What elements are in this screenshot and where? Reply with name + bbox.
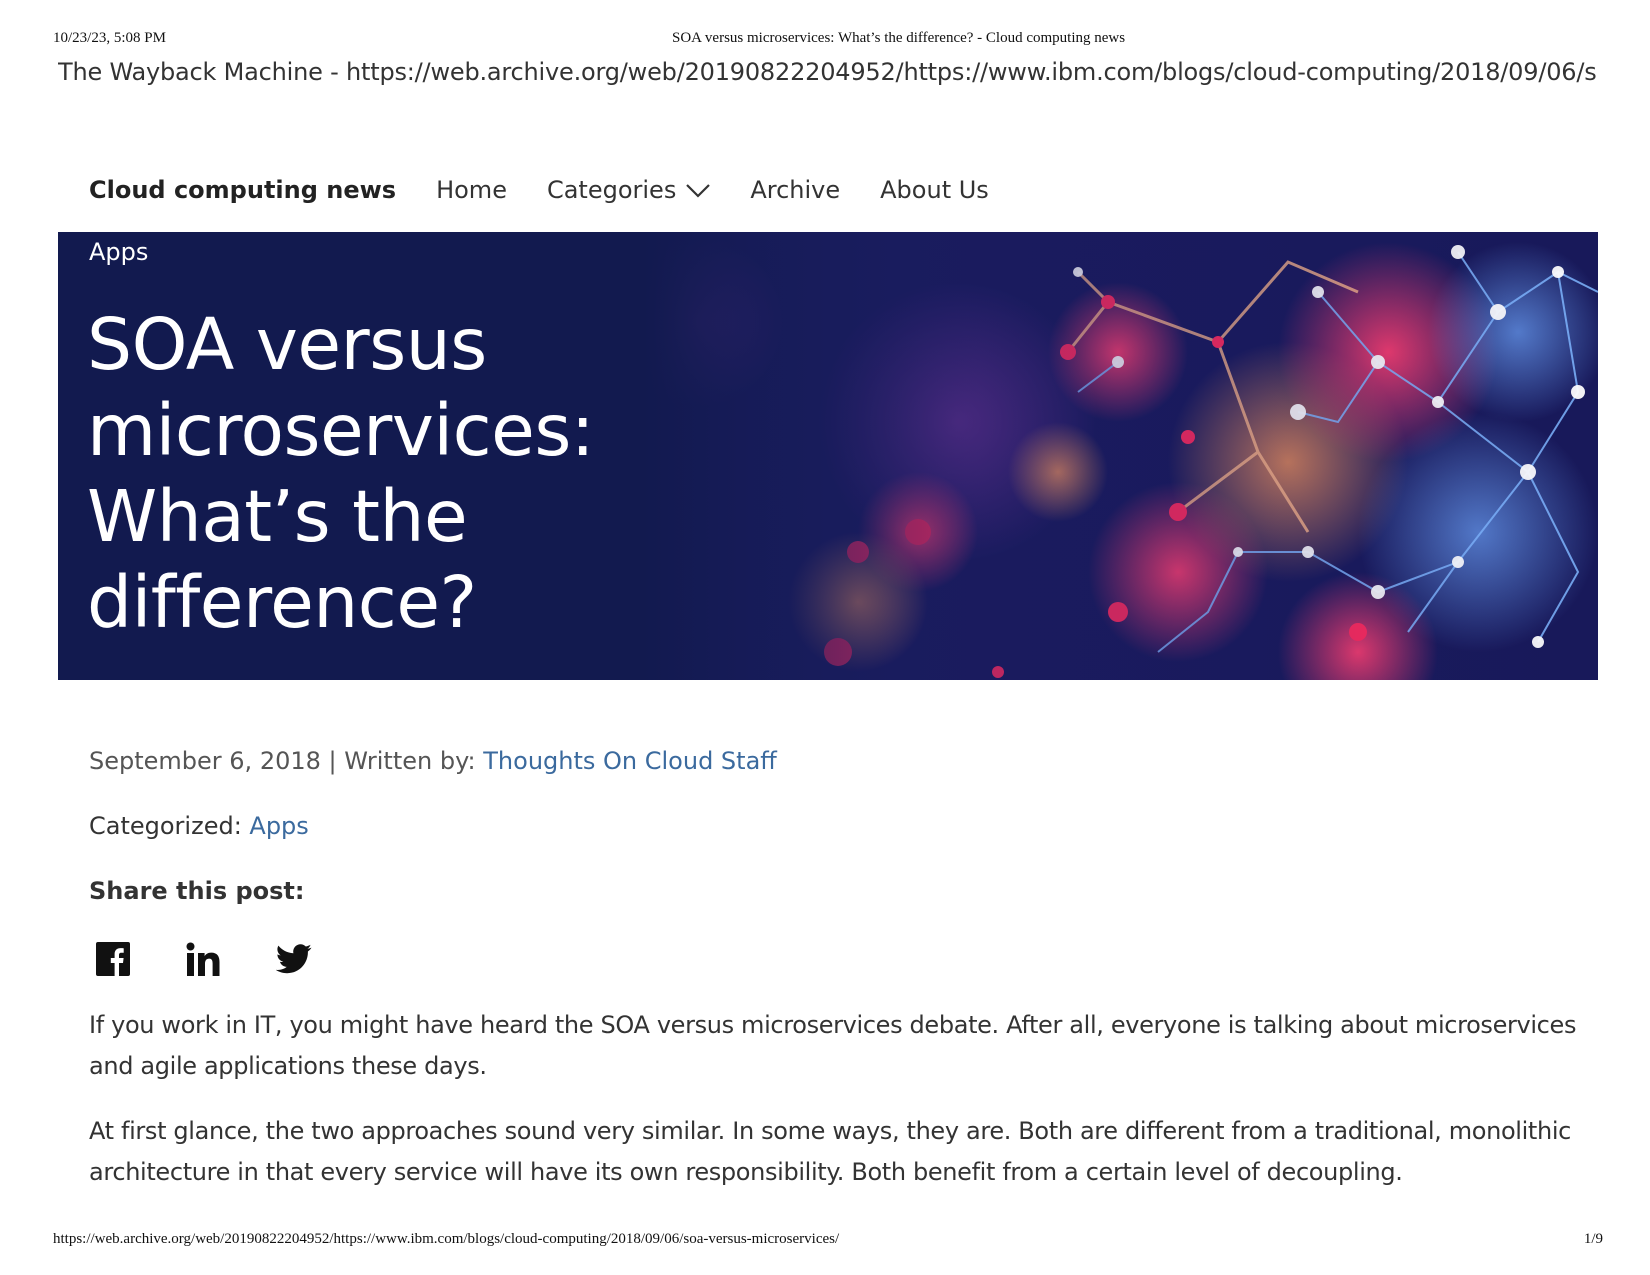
site-brand-link[interactable]: Cloud computing news xyxy=(89,176,396,204)
hero-banner: Apps SOA versus microservices: What’s th… xyxy=(58,232,1598,680)
nav-item-categories-label: Categories xyxy=(546,176,677,204)
nav-item-categories[interactable]: Categories xyxy=(546,176,711,204)
print-footer-url: https://web.archive.org/web/201908222049… xyxy=(53,1231,840,1247)
hero-category-tag[interactable]: Apps xyxy=(89,238,148,266)
wayback-banner[interactable]: The Wayback Machine - https://web.archiv… xyxy=(58,58,1598,86)
category-link-apps[interactable]: Apps xyxy=(249,812,308,840)
nav-item-home[interactable]: Home xyxy=(436,176,507,204)
page-title: SOA versus microservices: What’s the dif… xyxy=(87,303,595,644)
categorized-label: Categorized: xyxy=(89,812,250,840)
share-buttons xyxy=(96,942,368,980)
twitter-icon[interactable] xyxy=(275,944,312,978)
chevron-down-icon xyxy=(686,176,711,204)
nav-item-about-us[interactable]: About Us xyxy=(880,176,989,204)
byline-separator: | Written by: xyxy=(320,747,484,775)
facebook-icon[interactable] xyxy=(96,942,130,980)
linkedin-icon[interactable] xyxy=(186,942,220,980)
article-paragraph: If you work in IT, you might have heard … xyxy=(89,1011,1577,1080)
site-nav: Cloud computing news Home Categories Arc… xyxy=(89,176,1029,204)
print-page-number: 1/9 xyxy=(1583,1231,1603,1247)
print-datetime: 10/23/23, 5:08 PM xyxy=(53,30,166,46)
post-categories: Categorized: Apps xyxy=(89,812,309,840)
share-label: Share this post: xyxy=(89,877,305,905)
print-page-title: SOA versus microservices: What’s the dif… xyxy=(672,30,1126,46)
author-link[interactable]: Thoughts On Cloud Staff xyxy=(483,747,777,775)
post-date: September 6, 2018 xyxy=(89,747,321,775)
post-byline: September 6, 2018 | Written by: Thoughts… xyxy=(89,747,777,775)
article-paragraph: At first glance, the two approaches soun… xyxy=(89,1117,1572,1186)
nav-item-archive[interactable]: Archive xyxy=(750,176,840,204)
